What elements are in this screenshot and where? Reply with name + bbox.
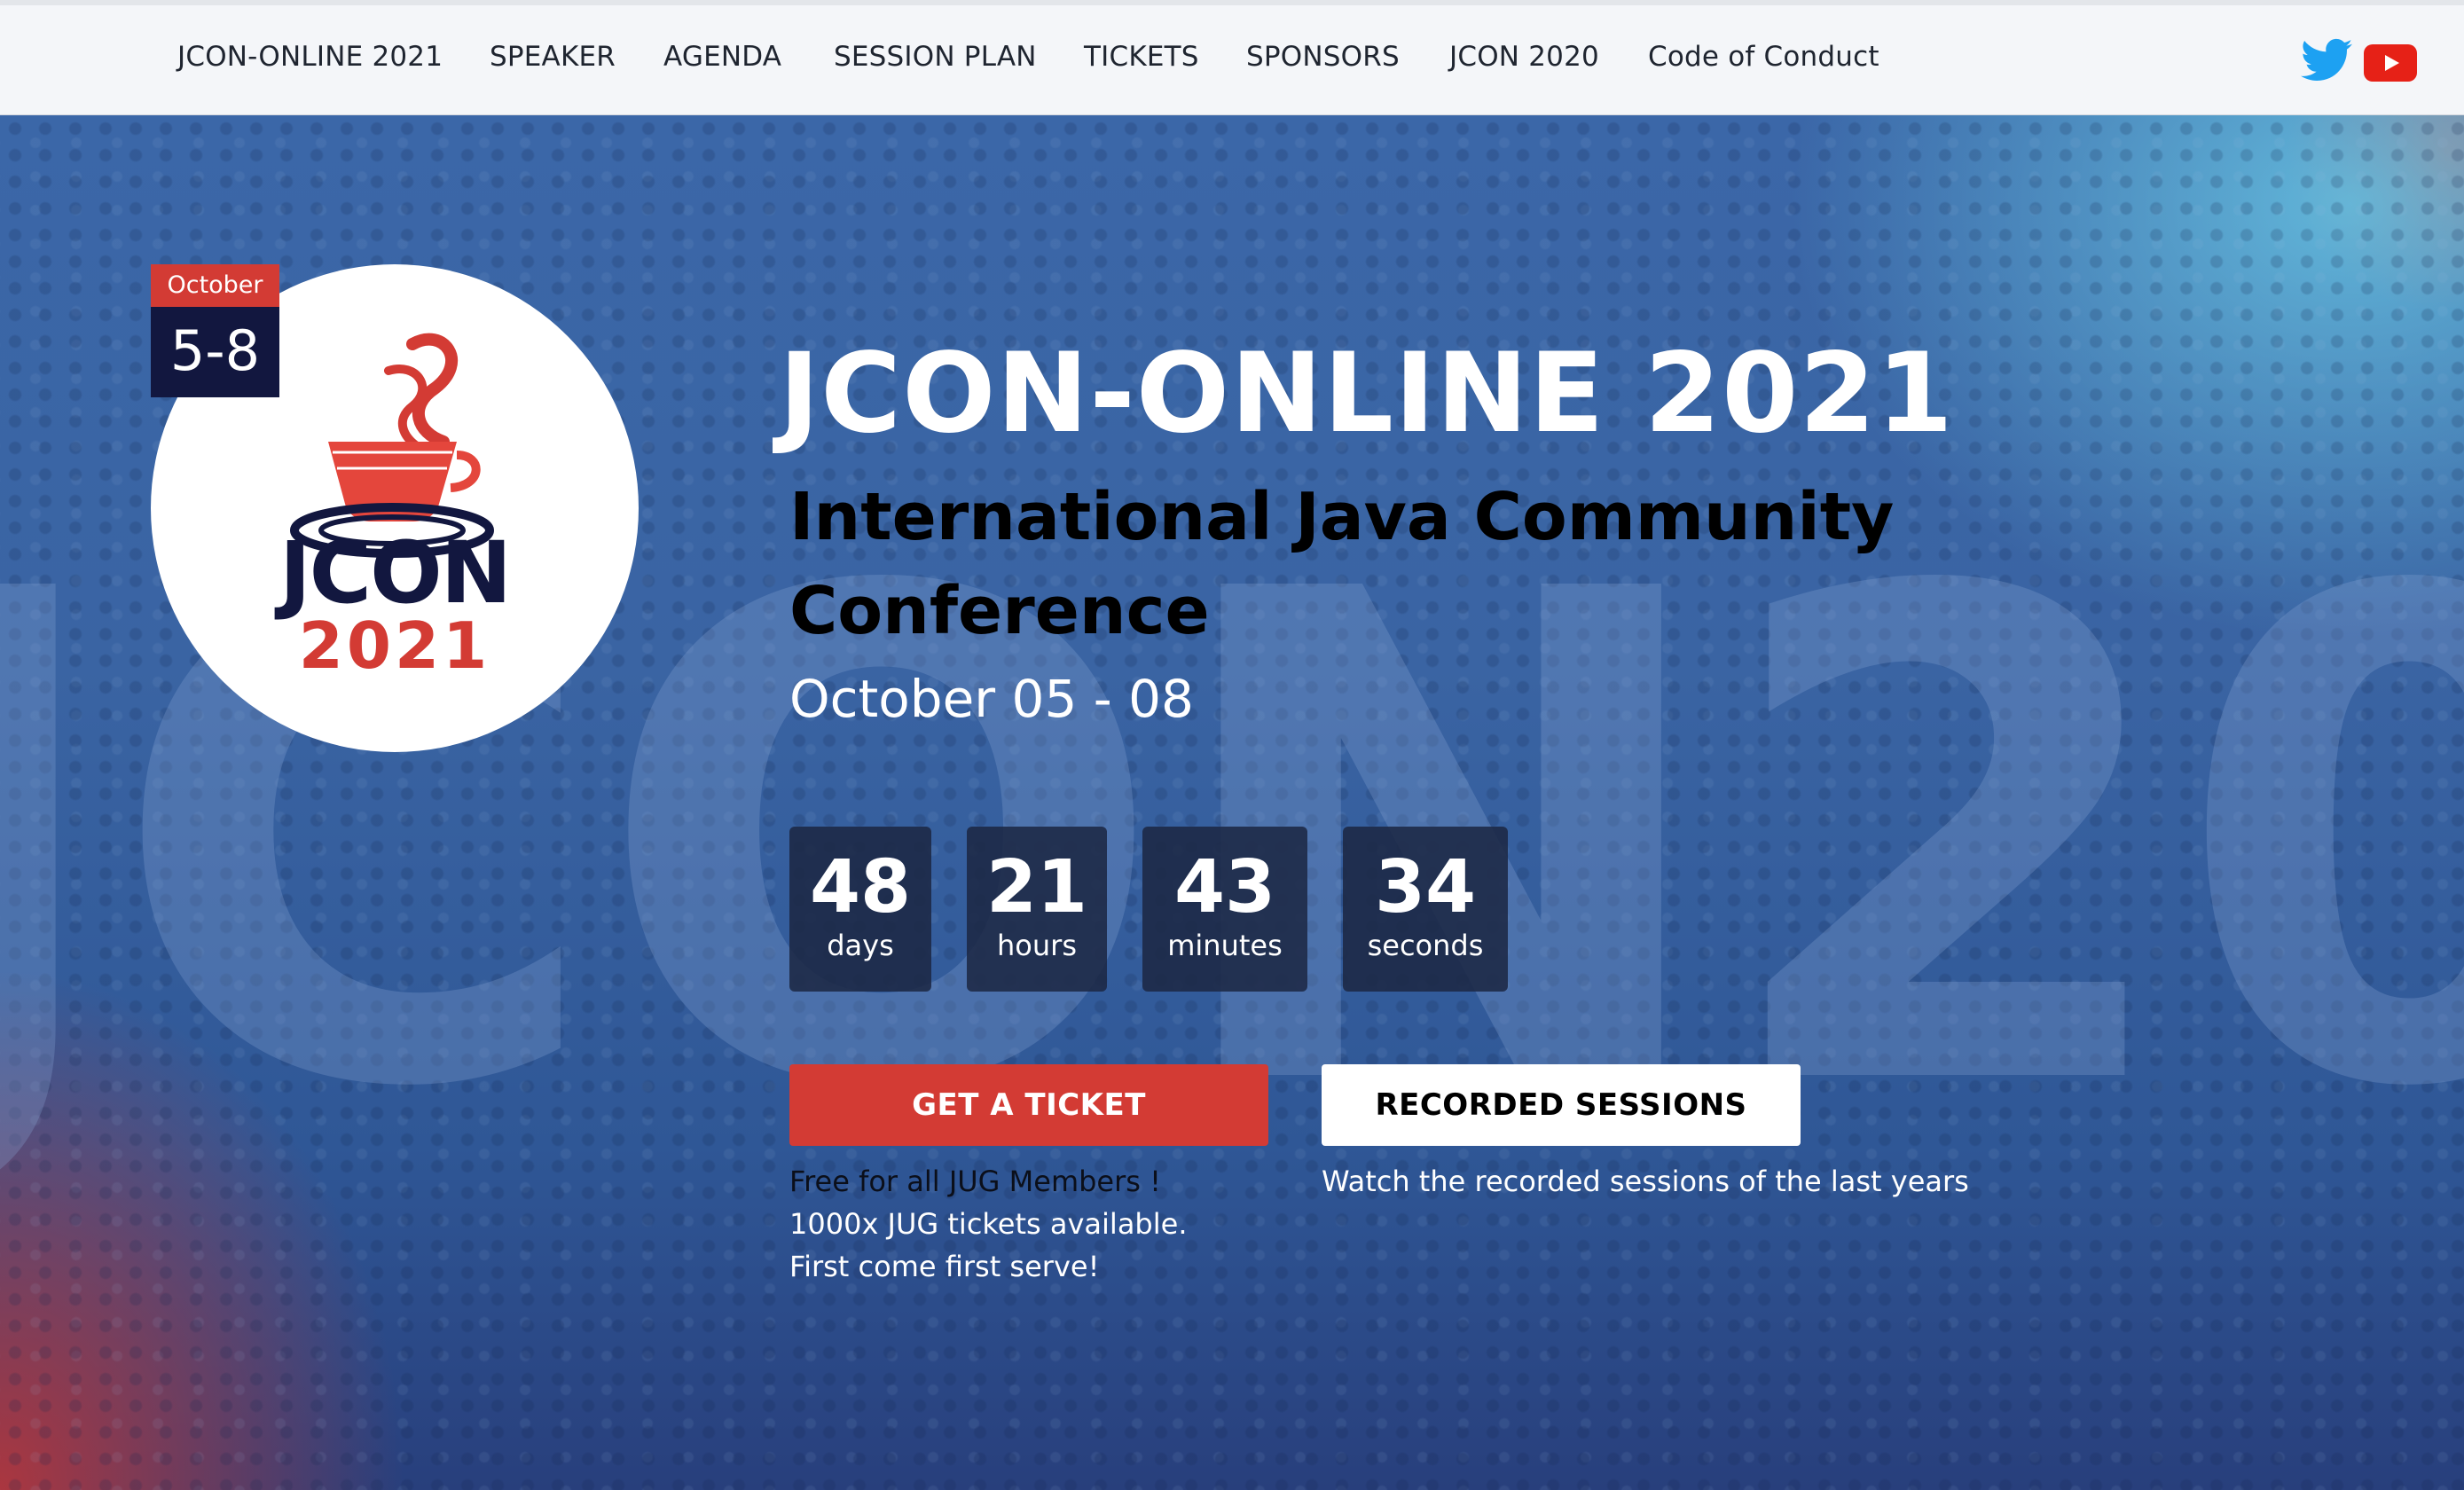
countdown-value: 21 xyxy=(985,845,1088,929)
get-ticket-button[interactable]: GET A TICKET xyxy=(789,1064,1268,1146)
countdown-label: seconds xyxy=(1367,929,1484,962)
countdown-label: minutes xyxy=(1167,929,1283,962)
countdown-value: 48 xyxy=(809,845,912,929)
nav-links: JCON-ONLINE 2021 SPEAKER AGENDA SESSION … xyxy=(0,5,1951,115)
date-badge: October 5-8 xyxy=(151,264,279,397)
recorded-sessions-note: Watch the recorded sessions of the last … xyxy=(1322,1165,1969,1198)
logo-year: 2021 xyxy=(298,608,491,683)
nav-item-code-of-conduct[interactable]: Code of Conduct xyxy=(1648,41,1879,73)
nav-item-speaker[interactable]: SPEAKER xyxy=(490,41,616,73)
youtube-icon[interactable] xyxy=(2363,44,2418,82)
ticket-note-line: Free for all JUG Members ! xyxy=(789,1165,1161,1198)
top-navigation: JCON-ONLINE 2021 SPEAKER AGENDA SESSION … xyxy=(0,0,2464,115)
event-dates: October 05 - 08 xyxy=(789,669,1194,729)
nav-item-agenda[interactable]: AGENDA xyxy=(663,41,781,73)
ticket-note: Free for all JUG Members ! 1000x JUG tic… xyxy=(789,1160,1187,1288)
nav-item-session-plan[interactable]: SESSION PLAN xyxy=(834,41,1037,73)
countdown-minutes: 43 minutes xyxy=(1142,827,1307,992)
ticket-note-line: First come first serve! xyxy=(789,1250,1100,1283)
hero-section: JCON2021 JCON 2021 October 5-8 JCON-ONLI… xyxy=(0,115,2464,1490)
date-badge-range: 5-8 xyxy=(151,307,279,397)
countdown-value: 34 xyxy=(1374,845,1477,929)
countdown-hours: 21 hours xyxy=(967,827,1107,992)
nav-item-tickets[interactable]: TICKETS xyxy=(1084,41,1199,73)
ticket-note-line: 1000x JUG tickets available. xyxy=(789,1207,1188,1241)
nav-item-jcon-2020[interactable]: JCON 2020 xyxy=(1449,41,1599,73)
twitter-icon[interactable] xyxy=(2301,37,2352,83)
page-subtitle: International Java Community Conference xyxy=(789,479,1895,649)
countdown-days: 48 days xyxy=(789,827,931,992)
nav-item-jcon-online-2021[interactable]: JCON-ONLINE 2021 xyxy=(177,41,443,73)
recorded-sessions-button[interactable]: RECORDED SESSIONS xyxy=(1322,1064,1801,1146)
date-badge-month: October xyxy=(151,264,279,307)
countdown-value: 43 xyxy=(1173,845,1276,929)
logo-wordmark: JCON xyxy=(151,530,639,616)
nav-item-sponsors[interactable]: SPONSORS xyxy=(1246,41,1400,73)
countdown-label: days xyxy=(827,929,894,962)
countdown-label: hours xyxy=(997,929,1077,962)
page-title: JCON-ONLINE 2021 xyxy=(779,330,1954,458)
countdown-seconds: 34 seconds xyxy=(1343,827,1508,992)
